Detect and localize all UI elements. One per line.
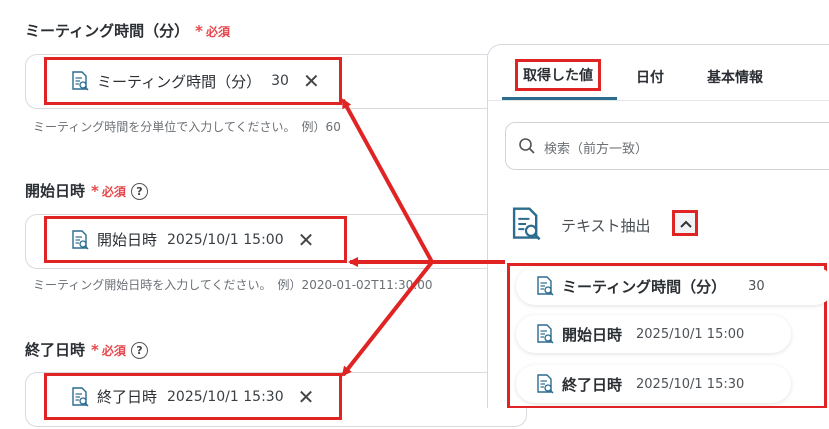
close-icon[interactable]: ✕	[298, 230, 315, 250]
chip-label: 終了日時	[97, 388, 158, 406]
start-datetime-chip[interactable]: 開始日時 2025/10/1 15:00 ✕	[44, 216, 347, 263]
chip-label: 開始日時	[97, 231, 158, 249]
output-item-name: 終了日時	[562, 375, 623, 394]
required-badge: * 必須	[195, 22, 230, 40]
field-label-end-datetime: 終了日時 * 必須?	[25, 339, 148, 360]
tab-divider	[488, 100, 829, 101]
output-item-value: 2025/10/1 15:30	[636, 376, 745, 392]
required-badge: * 必須	[91, 182, 126, 200]
chip-value: 2025/10/1 15:00	[167, 231, 284, 248]
output-item-start-datetime[interactable]: 開始日時 2025/10/1 15:00	[516, 315, 791, 353]
search-icon	[519, 138, 535, 154]
text-extract-icon	[536, 374, 554, 394]
text-extract-icon	[71, 71, 89, 91]
field-label-text: 終了日時	[25, 341, 86, 359]
field-label-start-datetime: 開始日時 * 必須?	[25, 180, 148, 201]
group-title: テキスト抽出	[561, 217, 651, 235]
field-label-text: ミーティング時間（分）	[25, 22, 190, 40]
field-label-meeting-duration: ミーティング時間（分） * 必須	[25, 20, 230, 41]
chip-value: 30	[271, 73, 289, 89]
field-hint: ミーティング開始日時を入力してください。 例）2020-01-02T11:30:…	[33, 278, 433, 292]
text-extract-icon	[71, 387, 89, 407]
required-text: 必須	[101, 344, 126, 358]
output-item-name: ミーティング時間（分）	[562, 277, 727, 296]
close-icon[interactable]: ✕	[303, 71, 320, 91]
search-placeholder: 検索（前方一致）	[544, 142, 649, 157]
search-input[interactable]: 検索（前方一致）	[505, 122, 829, 170]
tab-basic-info[interactable]: 基本情報	[707, 67, 763, 87]
chip-value: 2025/10/1 15:30	[167, 388, 284, 405]
output-item-value: 30	[748, 278, 765, 294]
field-hint: ミーティング時間を分単位で入力してください。 例）60	[33, 120, 341, 134]
text-extract-icon	[536, 324, 554, 344]
output-item-value: 2025/10/1 15:00	[636, 326, 745, 342]
output-item-name: 開始日時	[562, 325, 623, 344]
text-extract-icon	[536, 276, 554, 296]
field-label-text: 開始日時	[25, 182, 86, 200]
end-datetime-chip[interactable]: 終了日時 2025/10/1 15:30 ✕	[44, 373, 342, 420]
tab-acquired-values[interactable]: 取得した値	[515, 59, 601, 91]
output-item-end-datetime[interactable]: 終了日時 2025/10/1 15:30	[516, 365, 791, 403]
close-icon[interactable]: ✕	[298, 387, 315, 407]
required-badge: * 必須	[91, 341, 126, 359]
text-extract-group-icon	[510, 207, 542, 241]
output-item-meeting-duration[interactable]: ミーティング時間（分） 30	[516, 267, 829, 305]
help-icon[interactable]: ?	[130, 183, 148, 200]
output-picker-panel: 取得した値 日付 基本情報 検索（前方一致） テキスト抽出 ミーティング時間（分…	[487, 44, 829, 408]
meeting-duration-chip[interactable]: ミーティング時間（分） 30 ✕	[44, 57, 342, 105]
collapse-toggle[interactable]	[672, 210, 698, 236]
help-icon[interactable]: ?	[130, 342, 148, 359]
required-text: 必須	[205, 25, 230, 39]
chip-label: ミーティング時間（分）	[97, 72, 262, 91]
tab-date[interactable]: 日付	[636, 67, 664, 87]
required-text: 必須	[101, 185, 126, 199]
text-extract-icon	[71, 230, 89, 250]
chevron-up-icon	[680, 220, 692, 228]
tab-label: 取得した値	[523, 68, 593, 84]
